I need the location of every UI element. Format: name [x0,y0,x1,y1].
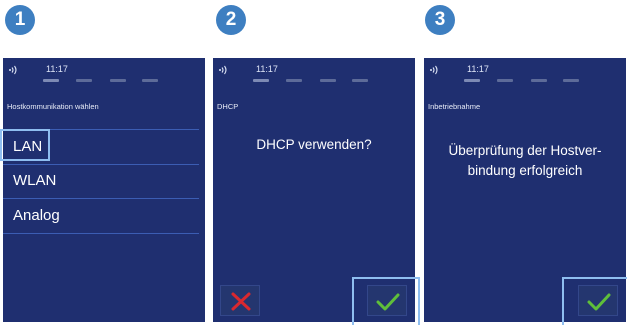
screen-title: Hostkommunikation wählen [7,102,99,111]
confirm-highlight [562,277,627,325]
dhcp-question: DHCP verwenden? [256,137,372,152]
status-bar: 11:17 [424,58,626,82]
progress-dash [563,79,579,82]
menu-item-wlan[interactable]: WLAN [3,164,199,199]
clock-time: 11:17 [256,64,278,74]
status-bar: 11:17 [3,58,205,82]
x-icon [231,292,251,311]
progress-dash [142,79,158,82]
step-2-badge: 2 [216,5,246,35]
progress-dash [497,79,513,82]
menu-item-label: WLAN [13,172,57,189]
confirm-highlight [352,277,420,325]
menu-item-label: Analog [13,207,60,224]
progress-dash [43,79,59,82]
progress-dash [531,79,547,82]
progress-dash [352,79,368,82]
step-3-badge: 3 [425,5,455,35]
menu-item-analog[interactable]: Analog [3,199,199,234]
clock-time: 11:17 [46,64,68,74]
contactless-icon [219,65,227,75]
progress-dash [110,79,126,82]
contactless-icon [9,65,17,75]
host-check-message-line1: Überprüfung der Hostver- [448,143,602,158]
clock-time: 11:17 [467,64,489,74]
screen-host-communication: 11:17 Hostkommunikation wählen LAN WLAN … [3,58,205,322]
progress-dash [253,79,269,82]
step-1-badge: 1 [5,5,35,35]
selection-highlight [0,129,50,161]
progress-dash [286,79,302,82]
cancel-button[interactable] [220,285,260,316]
screen-title: Inbetriebnahme [428,102,481,111]
status-bar: 11:17 [213,58,415,82]
screen-title: DHCP [217,102,239,111]
progress-dash [76,79,92,82]
progress-dash [320,79,336,82]
progress-dash [464,79,480,82]
host-check-message-line2: bindung erfolgreich [467,163,583,178]
contactless-icon [430,65,438,75]
